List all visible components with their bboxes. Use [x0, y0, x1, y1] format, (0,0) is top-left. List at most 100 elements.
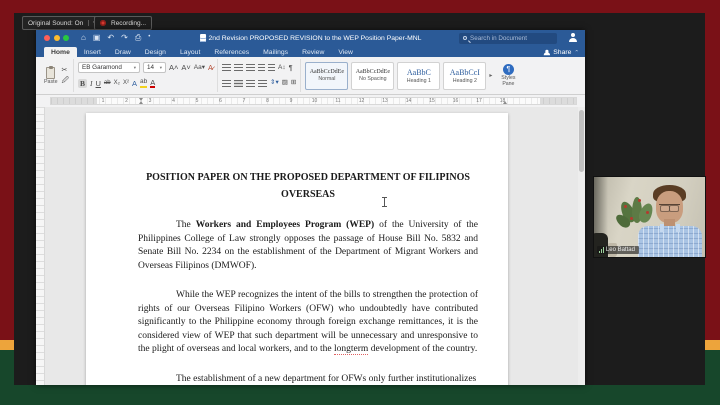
- ruler-number: 4: [172, 98, 175, 104]
- recording-indicator[interactable]: Recording...: [94, 16, 153, 30]
- tab-references[interactable]: References: [207, 47, 256, 57]
- tab-draw[interactable]: Draw: [108, 47, 138, 57]
- home-icon[interactable]: ⌂: [81, 34, 86, 42]
- text-effects-icon[interactable]: A: [132, 79, 137, 88]
- search-placeholder: Search in Document: [470, 34, 528, 42]
- ruler-row: 1 2 3 4 5 6 7 8 9 10 11 12 13 14 15 16 17 18: [36, 95, 585, 107]
- ruler-number: 3: [148, 98, 152, 104]
- clear-formatting-icon[interactable]: A̷: [208, 64, 213, 72]
- font-color-button[interactable]: A: [150, 78, 156, 88]
- share-button[interactable]: Share ⌃: [543, 49, 579, 56]
- window-controls: [44, 35, 69, 41]
- redo-icon[interactable]: ↷: [121, 34, 128, 42]
- tab-home[interactable]: Home: [44, 47, 77, 57]
- minimize-window-button[interactable]: [53, 35, 60, 41]
- sort-icon[interactable]: A↕: [278, 64, 286, 72]
- tab-mailings[interactable]: Mailings: [256, 47, 295, 57]
- change-case-icon[interactable]: Aa▾: [194, 64, 205, 72]
- original-sound-label: Original Sound: On: [28, 19, 84, 27]
- tab-layout[interactable]: Layout: [173, 47, 207, 57]
- justify-icon[interactable]: [258, 79, 268, 87]
- search-input[interactable]: Search in Document: [459, 32, 557, 44]
- styles-pane-icon: ¶: [502, 63, 514, 75]
- align-right-icon[interactable]: [246, 79, 256, 87]
- tab-insert[interactable]: Insert: [77, 47, 108, 57]
- ruler-number: 6: [219, 98, 222, 104]
- shading-icon[interactable]: ▨: [282, 79, 288, 87]
- paste-icon[interactable]: [46, 65, 56, 79]
- ruler-number: 1: [101, 98, 105, 104]
- paragraph-2: While the WEP recognizes the intent of t…: [138, 290, 478, 355]
- text-cursor: [382, 197, 387, 207]
- tab-view[interactable]: View: [331, 47, 360, 57]
- ribbon: Paste ✂ 🖉 EB Garamond ▾ 14 ▾ A˄ A˅ Aa▾ A…: [36, 57, 585, 95]
- customize-toolbar-icon[interactable]: •: [148, 34, 150, 42]
- close-window-button[interactable]: [44, 35, 50, 41]
- ruler-number: 16: [452, 98, 459, 104]
- paragraph-3-partial: The establishment of a new department fo…: [176, 373, 477, 384]
- share-person-icon: [544, 50, 550, 56]
- underline-button[interactable]: U: [96, 79, 101, 88]
- document-title: 2nd Revision PROPOSED REVISION to the WE…: [199, 34, 421, 42]
- ruler-number: 7: [242, 98, 246, 104]
- word-window: ⌂ ▣ ↶ ↷ ⎙ • 2nd Revision PROPOSED REVISI…: [36, 30, 585, 385]
- bold-button[interactable]: B: [78, 78, 88, 88]
- quick-access-toolbar: ⌂ ▣ ↶ ↷ ⎙ •: [81, 34, 150, 42]
- tab-design[interactable]: Design: [138, 47, 173, 57]
- multilevel-list-icon[interactable]: [246, 64, 256, 72]
- format-painter-icon[interactable]: 🖉: [62, 77, 69, 84]
- ribbon-tabs: Home Insert Draw Design Layout References Mail…: [36, 46, 585, 57]
- italic-button[interactable]: I: [90, 79, 93, 88]
- participant-video[interactable]: Leo Battad: [593, 176, 706, 258]
- right-indent-marker[interactable]: [503, 101, 507, 104]
- save-icon[interactable]: ▣: [93, 34, 101, 42]
- ruler-number: 10: [311, 98, 318, 104]
- original-sound-button[interactable]: Original Sound: On ▾: [22, 16, 101, 30]
- scrollbar-track[interactable]: [578, 107, 585, 385]
- superscript-button[interactable]: X²: [123, 80, 129, 86]
- font-size-select[interactable]: 14 ▾: [143, 62, 167, 74]
- more-styles-icon[interactable]: ▸: [489, 72, 492, 79]
- grow-font-icon[interactable]: A˄: [169, 64, 178, 72]
- undo-icon[interactable]: ↶: [107, 34, 114, 42]
- numbered-list-icon[interactable]: [234, 64, 244, 72]
- font-name-select[interactable]: EB Garamond ▾: [78, 62, 141, 74]
- paragraph-1: The Workers and Employees Program (WEP) …: [138, 220, 478, 271]
- style-no-spacing[interactable]: AaBbCcDdEe No Spacing: [351, 61, 395, 90]
- hanging-indent-marker[interactable]: [139, 101, 143, 104]
- scrollbar-thumb[interactable]: [579, 110, 584, 172]
- decrease-indent-icon[interactable]: [258, 64, 266, 72]
- bullet-list-icon[interactable]: [222, 64, 232, 72]
- show-marks-icon[interactable]: ¶: [289, 64, 293, 72]
- line-spacing-icon[interactable]: ⇕▾: [270, 79, 279, 87]
- ruler-number: 8: [266, 98, 269, 104]
- styles-pane-button[interactable]: ¶ Styles Pane: [495, 63, 521, 88]
- shrink-font-icon[interactable]: A˅: [181, 64, 190, 72]
- highlight-color-button[interactable]: ab: [140, 78, 148, 88]
- ruler-number: 12: [358, 98, 365, 104]
- style-heading-1[interactable]: AaBbC Heading 1: [397, 61, 441, 90]
- document-page[interactable]: POSITION PAPER ON THE PROPOSED DEPARTMEN…: [86, 113, 508, 385]
- word-titlebar: ⌂ ▣ ↶ ↷ ⎙ • 2nd Revision PROPOSED REVISI…: [36, 30, 585, 46]
- vertical-ruler: [36, 107, 45, 385]
- paste-label: Paste: [44, 78, 58, 85]
- audio-level-icon: [599, 247, 604, 253]
- ruler-number: 13: [382, 98, 388, 104]
- subscript-button[interactable]: X₂: [114, 80, 120, 86]
- collapse-ribbon-icon[interactable]: ⌃: [574, 50, 579, 56]
- tab-review[interactable]: Review: [295, 47, 331, 57]
- misspelled-word: longterm: [334, 344, 369, 355]
- account-icon[interactable]: [568, 33, 577, 42]
- borders-icon[interactable]: ⊞: [291, 79, 296, 87]
- increase-indent-icon[interactable]: [268, 64, 276, 72]
- align-center-icon[interactable]: [234, 79, 244, 87]
- print-icon[interactable]: ⎙: [135, 34, 141, 42]
- style-normal[interactable]: AaBbCcDdEe Normal: [305, 61, 349, 90]
- align-left-icon[interactable]: [222, 79, 232, 87]
- cut-icon[interactable]: ✂: [62, 67, 69, 74]
- ruler-number: 14: [405, 98, 412, 104]
- maximize-window-button[interactable]: [63, 35, 69, 41]
- style-heading-2[interactable]: AaBbCcI Heading 2: [443, 61, 487, 90]
- strikethrough-button[interactable]: ab: [104, 80, 111, 86]
- document-canvas: POSITION PAPER ON THE PROPOSED DEPARTMEN…: [36, 107, 585, 385]
